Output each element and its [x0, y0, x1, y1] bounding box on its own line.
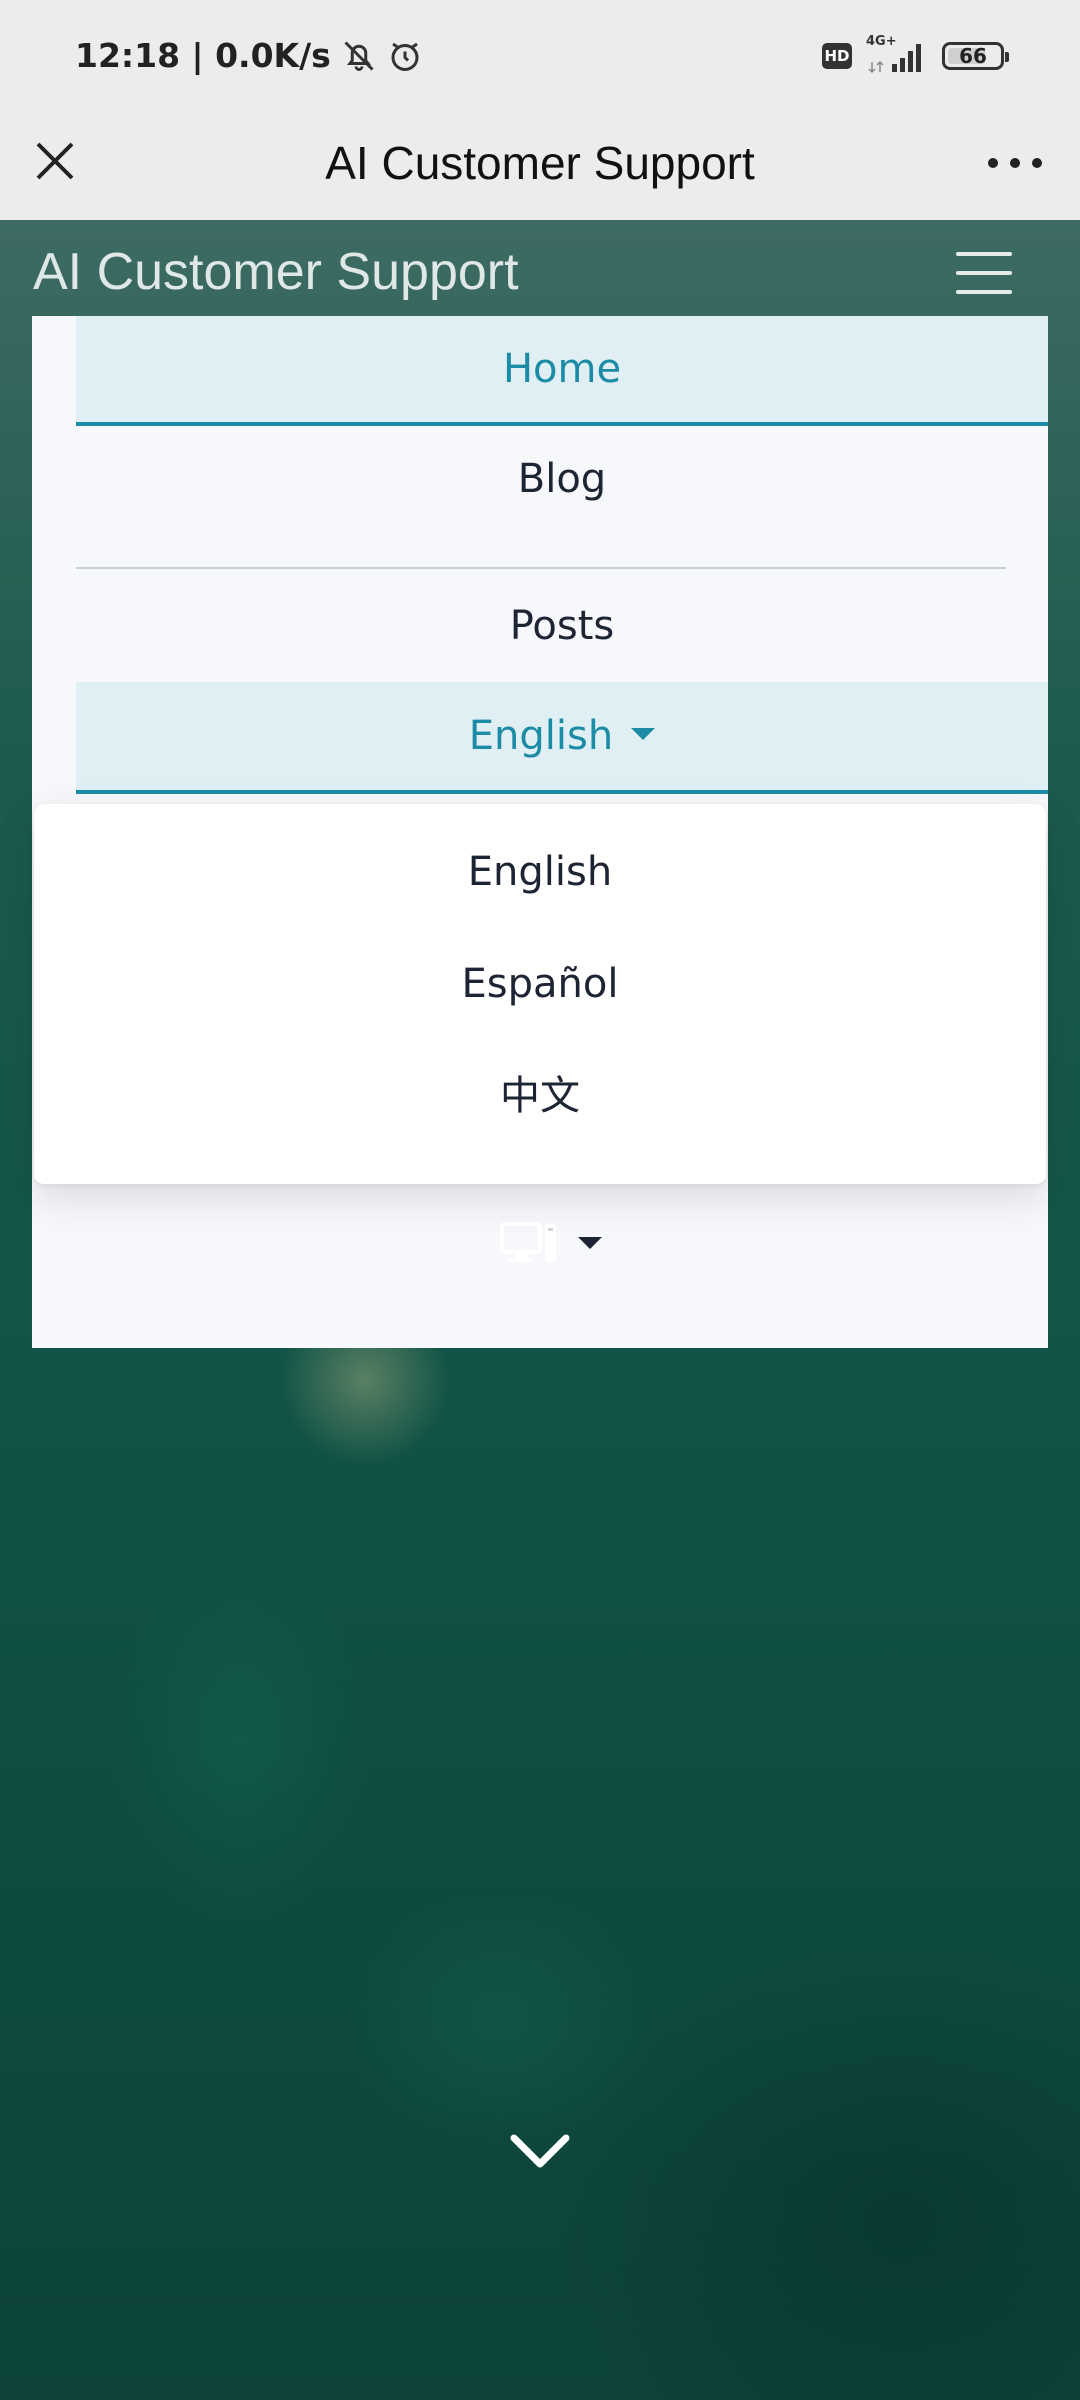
theme-toggle[interactable] — [500, 1216, 602, 1270]
language-dropdown-menu: English Español 中文 — [34, 804, 1046, 1184]
battery-icon: 66 — [942, 42, 1009, 70]
nav-item-home[interactable]: Home — [76, 316, 1048, 426]
browser-title-bar: AI Customer Support — [0, 116, 1080, 220]
language-option-spanish[interactable]: Español — [34, 928, 1046, 1040]
more-button[interactable] — [980, 138, 1050, 188]
language-current: English — [468, 713, 614, 759]
status-time-net: 12:18 | 0.0K/s — [75, 36, 331, 75]
status-bar: 12:18 | 0.0K/s HD 4G+ 66 — [0, 0, 1080, 116]
hd-icon: HD — [822, 43, 852, 69]
site-title[interactable]: AI Customer Support — [33, 242, 519, 302]
status-left: 12:18 | 0.0K/s — [75, 36, 423, 75]
scroll-down-button[interactable] — [506, 2124, 574, 2178]
status-right: HD 4G+ 66 — [822, 34, 1009, 74]
language-option-chinese[interactable]: 中文 — [34, 1040, 1046, 1152]
language-option-english[interactable]: English — [34, 816, 1046, 928]
caret-down-icon — [631, 728, 656, 740]
nav-divider — [76, 567, 1006, 569]
signal-icon: 4G+ — [866, 34, 928, 74]
theme-caret-icon — [578, 1237, 602, 1249]
more-icon — [988, 158, 1042, 168]
site-header: AI Customer Support — [0, 220, 1080, 316]
bell-muted-icon — [341, 38, 377, 74]
language-dropdown-toggle[interactable]: English — [76, 682, 1048, 794]
desktop-icon — [500, 1222, 556, 1262]
alarm-icon — [387, 38, 423, 74]
chevron-down-icon — [510, 2134, 570, 2168]
battery-level: 66 — [959, 44, 987, 68]
nav-item-posts[interactable]: Posts — [76, 570, 1048, 682]
nav-item-blog[interactable]: Blog — [76, 426, 1048, 538]
browser-title: AI Customer Support — [325, 137, 755, 189]
hamburger-icon[interactable] — [956, 252, 1012, 294]
